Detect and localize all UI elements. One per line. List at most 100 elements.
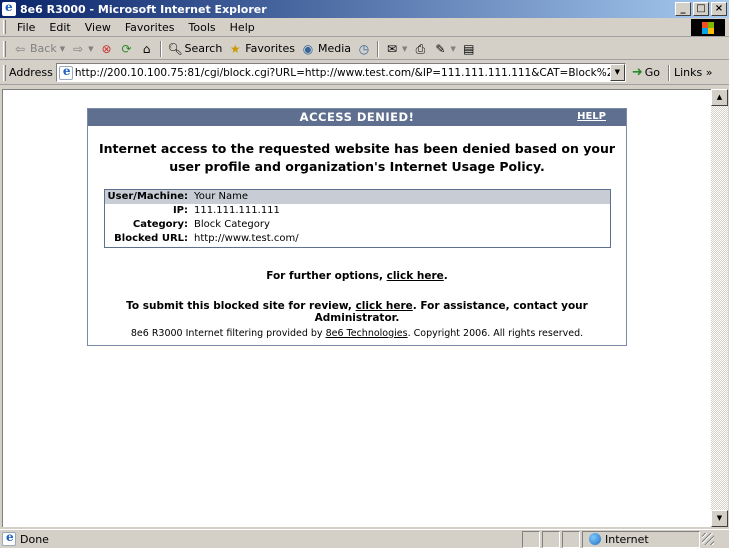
favorites-label: Favorites — [245, 42, 295, 55]
access-denied-title: ACCESS DENIED! — [299, 110, 415, 124]
back-button[interactable]: ⇦ Back ▼ — [10, 42, 68, 56]
footer-end: . Copyright 2006. All rights reserved. — [407, 327, 584, 339]
table-row: Category: Block Category — [104, 218, 610, 232]
address-grip[interactable] — [3, 64, 6, 81]
further-options-text: For further options, — [266, 269, 383, 282]
zone-label: Internet — [605, 532, 649, 546]
media-button[interactable]: ◉ Media — [298, 42, 354, 56]
resize-grip[interactable] — [702, 533, 714, 545]
further-options-link[interactable]: click here — [387, 270, 444, 282]
submit-review-link[interactable]: click here — [356, 300, 413, 312]
scroll-up-button[interactable]: ▲ — [711, 89, 728, 106]
title-bar: 8e6 R3000 - Microsoft Internet Explorer … — [0, 0, 729, 18]
windows-logo-throbber — [691, 19, 725, 36]
links-separator — [667, 64, 670, 81]
address-dropdown-button[interactable]: ▼ — [609, 64, 625, 81]
menu-tools[interactable]: Tools — [182, 21, 223, 34]
links-button[interactable]: Links » — [674, 66, 712, 79]
page-icon — [58, 64, 73, 80]
denied-message: Internet access to the requested website… — [98, 141, 616, 174]
submit-review-text: To submit this blocked site for review, — [126, 299, 352, 312]
access-denied-panel: ACCESS DENIED! HELP Internet access to t… — [87, 108, 627, 346]
footer-text: 8e6 R3000 Internet filtering provided by — [130, 327, 323, 339]
edit-icon: ✎ — [435, 41, 446, 56]
address-field[interactable]: http://200.10.100.75:81/cgi/block.cgi?UR… — [55, 63, 626, 82]
go-label: Go — [644, 66, 660, 79]
maximize-button[interactable]: □ — [693, 2, 709, 16]
minimize-button[interactable]: _ — [675, 2, 691, 16]
go-arrow-icon: ➜ — [631, 65, 643, 80]
status-main-panel: Done — [0, 530, 520, 548]
refresh-button[interactable]: ⟳ — [117, 42, 137, 56]
footer-company-link[interactable]: 8e6 Technologies — [326, 328, 408, 339]
menu-edit[interactable]: Edit — [42, 21, 77, 34]
stop-button[interactable]: ⊗ — [97, 42, 117, 56]
menu-help[interactable]: Help — [223, 21, 262, 34]
menu-bar: File Edit View Favorites Tools Help — [0, 18, 729, 37]
user-machine-value: Your Name — [194, 191, 249, 203]
address-url[interactable]: http://200.10.100.75:81/cgi/block.cgi?UR… — [75, 67, 610, 79]
menu-grip[interactable] — [3, 20, 6, 34]
mail-icon: ✉ — [387, 41, 398, 56]
address-label: Address — [9, 66, 53, 79]
toolbar-grip[interactable] — [3, 40, 6, 57]
history-button[interactable]: ◷ — [354, 42, 374, 56]
status-panel-blank — [522, 530, 540, 548]
table-row: IP: 111.111.111.111 — [104, 204, 610, 218]
blocked-url-label: Blocked URL: — [114, 232, 189, 244]
print-button[interactable]: ⎙ — [410, 42, 430, 56]
window-controls: _ □ × — [675, 2, 727, 16]
edit-dropdown-icon: ▼ — [450, 44, 456, 53]
stop-icon: ⊗ — [101, 41, 112, 56]
back-dropdown-icon: ▼ — [59, 44, 66, 53]
menu-view[interactable]: View — [78, 21, 118, 34]
window-title: 8e6 R3000 - Microsoft Internet Explorer — [20, 2, 267, 16]
panel-header: ACCESS DENIED! HELP — [88, 109, 626, 126]
help-link[interactable]: HELP — [577, 111, 606, 122]
scroll-down-button[interactable]: ▼ — [711, 510, 728, 527]
category-value: Block Category — [194, 219, 270, 230]
mail-dropdown-icon: ▼ — [402, 44, 408, 53]
status-panel-blank — [542, 530, 560, 548]
refresh-icon: ⟳ — [121, 41, 132, 56]
page-content: ACCESS DENIED! HELP Internet access to t… — [2, 89, 711, 527]
discuss-icon: ▤ — [463, 41, 475, 56]
security-zone-panel[interactable]: Internet — [582, 530, 700, 548]
favorites-icon: ★ — [229, 41, 241, 56]
ip-value: 111.111.111.111 — [194, 205, 280, 216]
media-label: Media — [318, 42, 352, 55]
go-button[interactable]: ➜ Go — [632, 65, 660, 80]
forward-arrow-icon: ⇨ — [73, 41, 84, 56]
forward-dropdown-icon: ▼ — [88, 44, 94, 53]
menu-file[interactable]: File — [10, 21, 42, 34]
search-button[interactable]: 🔍︎ Search — [165, 42, 226, 56]
menu-favorites[interactable]: Favorites — [118, 21, 182, 34]
table-row: User/Machine: Your Name — [104, 189, 610, 204]
discuss-button[interactable]: ▤ — [459, 42, 479, 56]
search-icon: 🔍︎ — [167, 41, 183, 56]
user-machine-label: User/Machine: — [107, 191, 189, 203]
back-label: Back — [30, 42, 57, 55]
status-bar: Done Internet — [0, 529, 729, 548]
ie-app-icon[interactable] — [2, 0, 16, 16]
address-bar: Address http://200.10.100.75:81/cgi/bloc… — [0, 61, 729, 85]
submit-review-line: To submit this blocked site for review, … — [88, 300, 626, 324]
print-icon: ⎙ — [415, 41, 426, 56]
search-label: Search — [184, 42, 223, 55]
back-arrow-icon: ⇦ — [14, 41, 26, 56]
category-label: Category: — [132, 219, 189, 230]
copyright-footer: 8e6 R3000 Internet filtering provided by… — [88, 328, 626, 339]
status-page-icon — [2, 530, 16, 546]
further-options-end: . — [443, 269, 448, 282]
home-icon: ⌂ — [142, 41, 151, 56]
forward-button[interactable]: ⇨ ▼ — [68, 42, 96, 56]
toolbar-separator — [159, 40, 162, 57]
close-button[interactable]: × — [711, 2, 727, 16]
favorites-button[interactable]: ★ Favorites — [225, 42, 298, 56]
mail-button[interactable]: ✉ ▼ — [382, 42, 410, 56]
home-button[interactable]: ⌂ — [137, 42, 157, 56]
vertical-scrollbar[interactable]: ▲ ▼ — [711, 89, 728, 527]
toolbar-separator-2 — [377, 40, 380, 57]
edit-button[interactable]: ✎ ▼ — [430, 42, 458, 56]
status-text: Done — [20, 532, 49, 546]
